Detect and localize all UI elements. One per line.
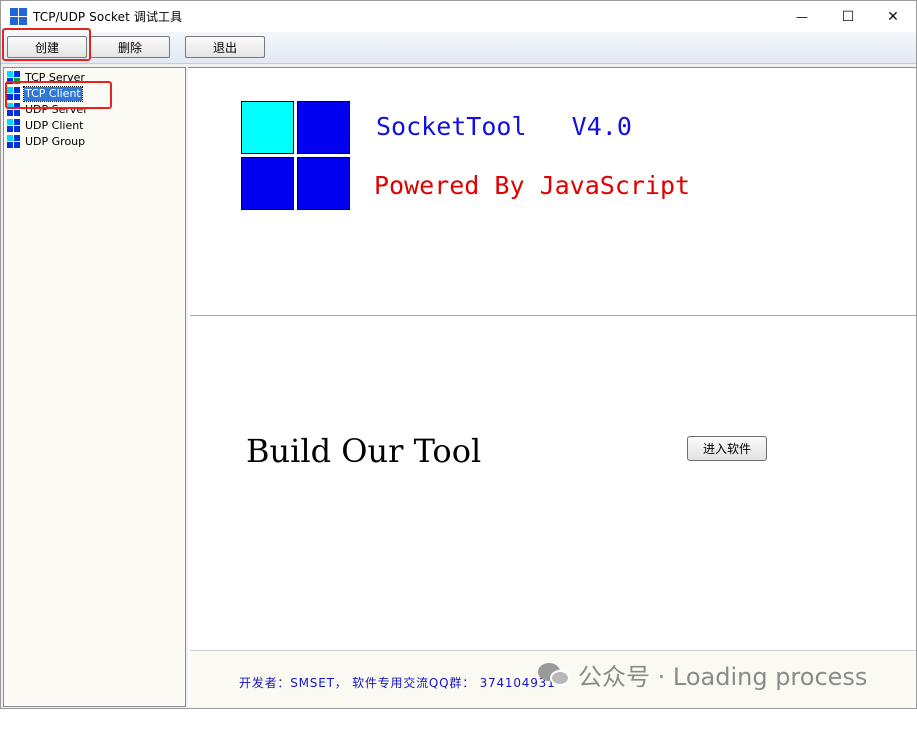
connection-tree: TCP Server TCP Client UDP Server UDP Cli… (3, 67, 186, 707)
window-title: TCP/UDP Socket 调试工具 (33, 10, 183, 24)
logo-tile (241, 101, 294, 154)
create-button[interactable]: 创建 (7, 36, 87, 58)
powered-by-text: Powered By JavaScript (374, 171, 691, 200)
tree-item-tcp-client[interactable]: TCP Client (7, 85, 83, 102)
tree-item-label: UDP Client (25, 118, 84, 132)
maximize-icon: ☐ (841, 8, 855, 25)
tree-item-udp-group[interactable]: UDP Group (7, 134, 86, 149)
tree-item-label: TCP Client (23, 85, 83, 102)
developer-info: 开发者：SMSET， 软件专用交流QQ群： 374104931 (239, 676, 556, 690)
tree-item-label: UDP Group (25, 134, 86, 148)
close-button[interactable]: ✕ (870, 1, 916, 32)
app-name-version: SocketTool V4.0 (376, 112, 632, 141)
toolbar: 创建 删除 退出 (1, 32, 916, 64)
watermark: 公众号 · Loading process (538, 657, 867, 692)
exit-button[interactable]: 退出 (185, 36, 265, 58)
delete-button[interactable]: 删除 (90, 36, 170, 58)
tree-item-tcp-server[interactable]: TCP Server (7, 70, 86, 85)
tree-item-udp-client[interactable]: UDP Client (7, 118, 85, 133)
grid-icon (7, 87, 20, 100)
enter-software-button[interactable]: 进入软件 (687, 436, 767, 461)
logo-tile (241, 157, 294, 210)
divider (190, 315, 916, 316)
wechat-icon (538, 661, 572, 689)
grid-icon (7, 119, 20, 132)
tagline: Build Our Tool (246, 432, 482, 470)
grid-icon (7, 103, 20, 116)
app-window: TCP/UDP Socket 调试工具 — ☐ ✕ 创建 删除 退出 TCP S… (0, 0, 917, 709)
app-grid-icon (10, 8, 27, 25)
grid-icon (7, 71, 20, 84)
logo-tile (297, 157, 350, 210)
minimize-icon: — (796, 9, 808, 24)
grid-icon (7, 135, 20, 148)
watermark-text: 公众号 · Loading process (578, 663, 868, 691)
tree-item-label: TCP Server (25, 70, 85, 84)
tree-item-udp-server[interactable]: UDP Server (7, 102, 89, 117)
maximize-button[interactable]: ☐ (825, 1, 871, 32)
close-icon: ✕ (887, 8, 899, 25)
minimize-button[interactable]: — (779, 1, 825, 32)
logo-tile (297, 101, 350, 154)
main-panel: SocketTool V4.0 Powered By JavaScript Bu… (188, 67, 916, 708)
title-bar: TCP/UDP Socket 调试工具 — ☐ ✕ (1, 1, 916, 32)
tree-item-label: UDP Server (25, 102, 88, 116)
